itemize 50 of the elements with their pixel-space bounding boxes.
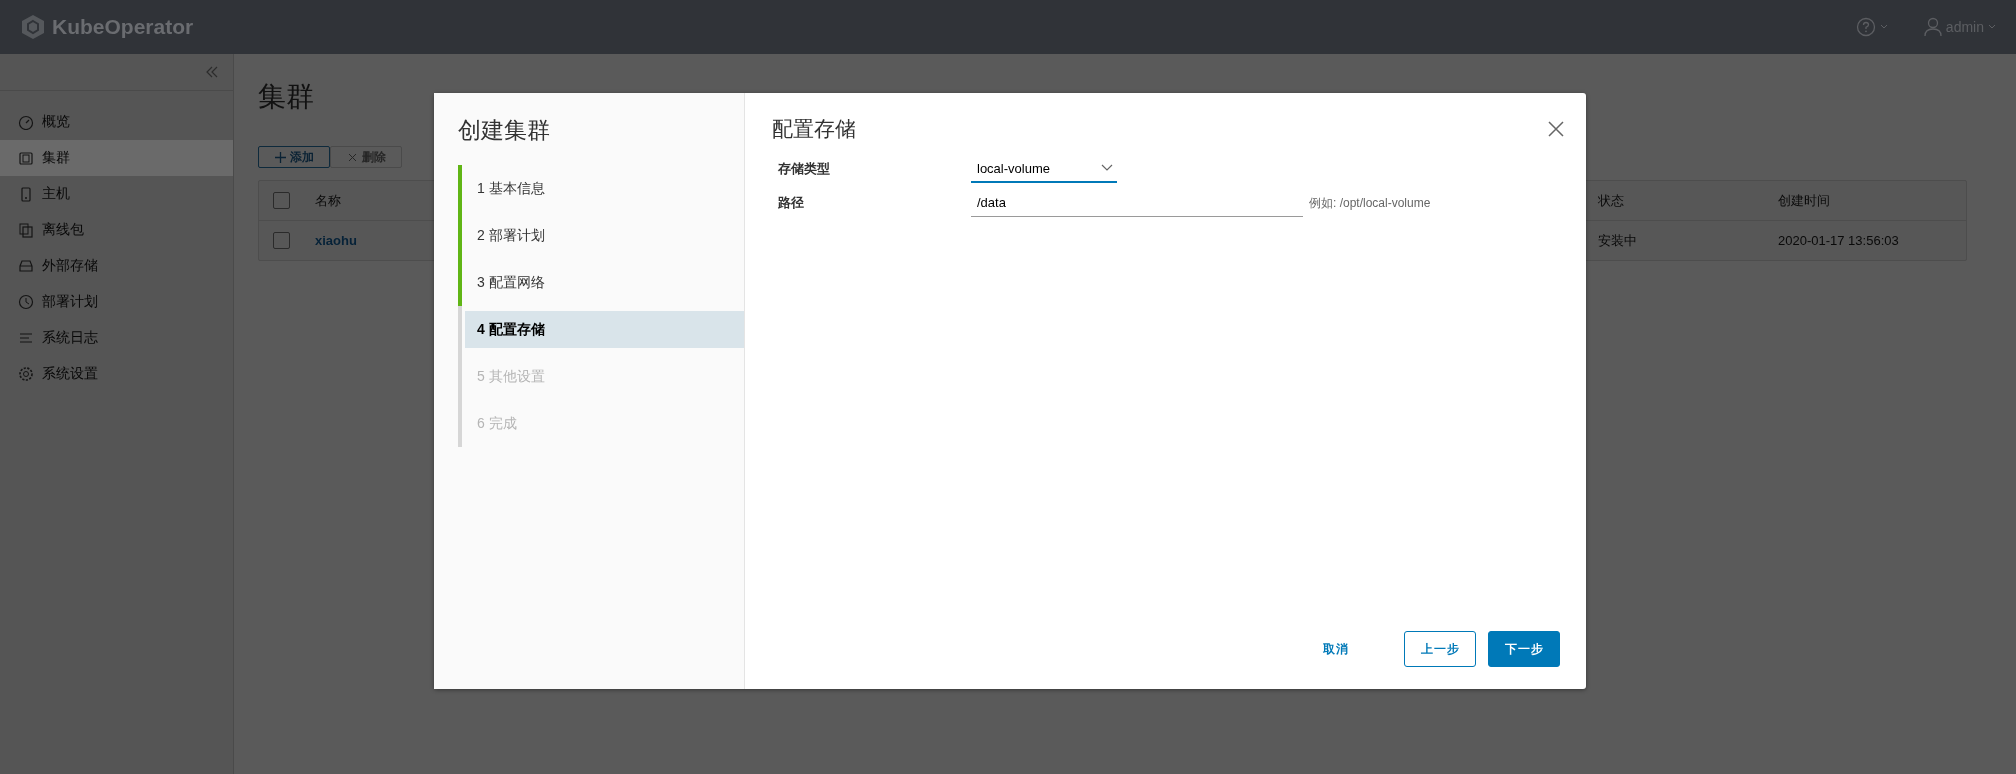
- hexagon-logo-icon: [20, 14, 46, 40]
- dialog-title: 创建集群: [458, 116, 551, 145]
- sidebar-item[interactable]: 部署计划: [0, 284, 233, 320]
- storage-type-select[interactable]: local-volume: [971, 155, 1117, 183]
- add-button[interactable]: 添加: [258, 146, 330, 168]
- host-icon: [18, 186, 34, 202]
- sidebar-item[interactable]: 外部存储: [0, 248, 233, 284]
- sidebar-item[interactable]: 系统日志: [0, 320, 233, 356]
- plus-icon: [274, 151, 286, 163]
- next-button[interactable]: 下一步: [1488, 631, 1560, 667]
- field-label: 存储类型: [778, 160, 831, 178]
- collapse-icon[interactable]: [205, 65, 219, 79]
- close-icon[interactable]: [1548, 121, 1564, 137]
- row-checkbox[interactable]: [273, 232, 290, 249]
- storage-icon: [18, 258, 34, 274]
- chevron-icon: [1101, 164, 1113, 172]
- step-title: 配置存储: [772, 116, 856, 142]
- wizard-step[interactable]: 2 部署计划: [465, 217, 744, 254]
- brand-name: KubeOperator: [52, 15, 194, 39]
- cancel-link[interactable]: 取消: [1300, 631, 1372, 667]
- cluster-link[interactable]: xiaohu: [315, 233, 357, 248]
- log-icon: [18, 330, 34, 346]
- table-cell: 2020-01-17 13:56:03: [1778, 233, 1899, 248]
- wizard-step[interactable]: 1 基本信息: [465, 170, 744, 207]
- back-button[interactable]: 上一步: [1404, 631, 1476, 667]
- caret-icon[interactable]: [1988, 24, 1996, 30]
- sidebar-item[interactable]: 集群: [0, 140, 233, 176]
- field-label: 路径: [778, 194, 805, 212]
- column-header: 创建时间: [1778, 192, 1830, 208]
- wizard-step[interactable]: 3 配置网络: [465, 264, 744, 301]
- column-header: 名称: [315, 192, 341, 208]
- sidebar-item[interactable]: 系统设置: [0, 356, 233, 392]
- gauge-icon: [18, 114, 34, 130]
- wizard-step[interactable]: 4 配置存储: [465, 311, 744, 348]
- sidebar-item[interactable]: 主机: [0, 176, 233, 212]
- user-icon[interactable]: [1923, 17, 1942, 37]
- column-header: 状态: [1598, 192, 1624, 208]
- package-icon: [18, 222, 34, 238]
- gear-icon: [18, 366, 34, 382]
- page-title: 集群: [258, 80, 315, 114]
- sidebar-item[interactable]: 离线包: [0, 212, 233, 248]
- field-hint: 例如: /opt/local-volume: [1308, 194, 1432, 212]
- sidebar-item[interactable]: 概览: [0, 104, 233, 140]
- cluster-icon: [18, 150, 34, 166]
- close-icon: [346, 151, 358, 163]
- clock-icon: [18, 294, 34, 310]
- table-cell: 安装中: [1598, 232, 1637, 248]
- help-icon[interactable]: [1855, 17, 1876, 37]
- caret-icon[interactable]: [1879, 24, 1888, 30]
- select-all-checkbox[interactable]: [273, 192, 290, 209]
